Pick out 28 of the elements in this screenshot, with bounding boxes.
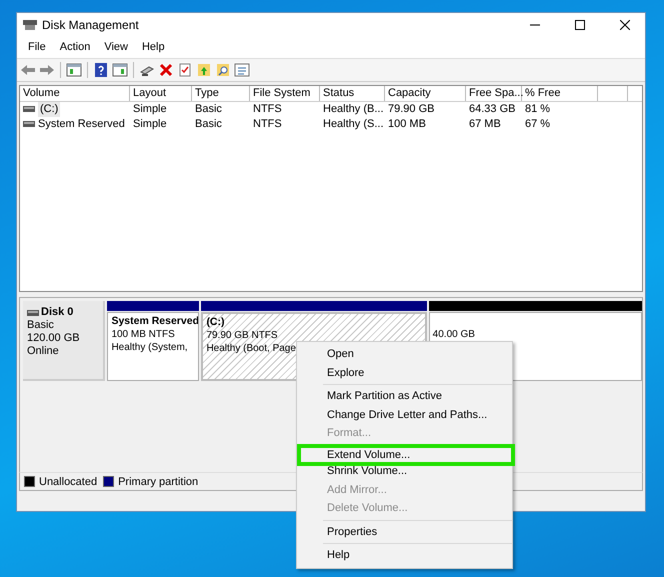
partition-title: (C:) <box>206 316 226 330</box>
window-title: Disk Management <box>42 18 140 32</box>
table-cell: 79.90 GB <box>388 102 434 117</box>
table-cell: Basic <box>195 102 222 117</box>
table-cell: Simple <box>133 102 167 117</box>
legend-label: Primary partition <box>118 476 198 488</box>
table-cell: 67 MB <box>469 116 501 132</box>
disk-info: Basic <box>27 319 55 332</box>
partition-info: 79.90 GB NTFS <box>206 329 278 342</box>
legend-label: Unallocated <box>39 476 98 488</box>
table-cell: Healthy (B... <box>323 102 384 117</box>
table-cell: Simple <box>133 116 167 132</box>
table-cell: 67 % <box>525 116 550 132</box>
table-cell: NTFS <box>253 102 282 117</box>
disk-info: Online <box>27 345 60 358</box>
table-cell: Basic <box>195 116 222 132</box>
table-cell: NTFS <box>253 116 282 132</box>
disk-name: Disk 0 <box>41 306 74 320</box>
table-cell: Healthy (S... <box>323 116 384 132</box>
table-cell: 64.33 GB <box>469 102 516 117</box>
partition-info: Healthy (System, <box>111 341 188 354</box>
partition-title: System Reserved <box>111 315 196 328</box>
partition-info: Healthy (Boot, Page <box>206 342 296 356</box>
table-cell: 100 MB <box>388 116 426 132</box>
table-cell: 81 % <box>525 102 550 117</box>
partition-info: 100 MB NTFS <box>111 328 175 342</box>
disk-info: 120.00 GB <box>27 332 81 346</box>
partition-info: 40.00 GB <box>432 328 475 342</box>
